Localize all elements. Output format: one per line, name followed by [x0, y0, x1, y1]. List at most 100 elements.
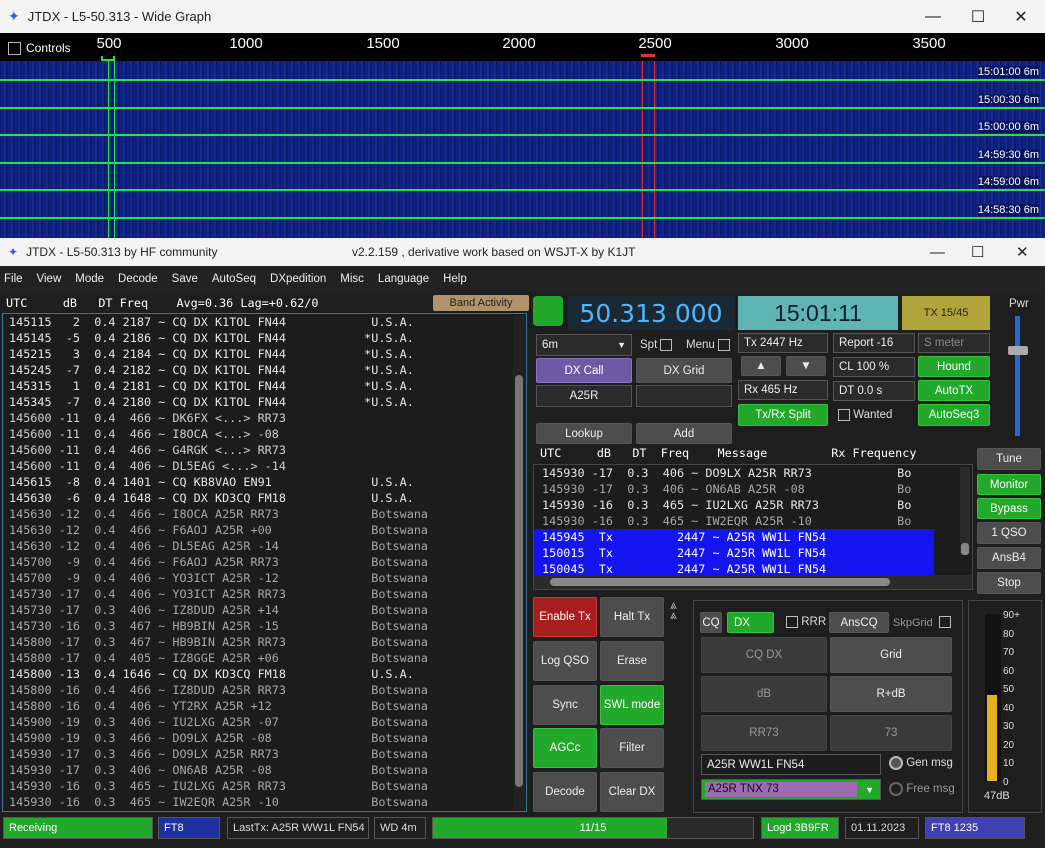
rx-frequency-row[interactable]: 145930 -16 0.3 465 ~ IW2EQR A25R -10 Bo [534, 513, 972, 529]
erase-button[interactable]: Erase [600, 641, 664, 681]
cq-button[interactable]: CQ [700, 612, 722, 633]
minimize-icon[interactable]: — [930, 244, 945, 261]
band-activity-row[interactable]: 145800 -16 0.4 406 ~ YT2RX A25R +12 Bots… [3, 698, 526, 714]
band-activity-row[interactable]: 145630 -6 0.4 1648 ~ CQ DX KD3CQ FM18 U.… [3, 490, 526, 506]
minimize-icon[interactable]: — [910, 0, 956, 33]
band-activity-row[interactable]: 145630 -12 0.4 466 ~ F6AOJ A25R +00 Bots… [3, 522, 526, 538]
band-activity-row[interactable]: 145930 -16 0.3 465 ~ IU2LXG A25R RR73 Bo… [3, 778, 526, 794]
power-slider-handle[interactable] [1008, 346, 1028, 355]
menu-mode[interactable]: Mode [75, 273, 104, 285]
rx-frequency-row[interactable]: 145945 Tx 2447 ~ A25R WW1L FN54 [534, 529, 934, 545]
add-button[interactable]: Add [636, 423, 732, 444]
freq-up-button[interactable]: ▲ [741, 356, 781, 376]
tx-rx-split-button[interactable]: Tx/Rx Split [738, 404, 828, 426]
menu-file[interactable]: File [4, 273, 23, 285]
double-chevron-up-icon[interactable]: ⩓ ⩓ [670, 599, 677, 621]
band-activity-row[interactable]: 145700 -9 0.4 406 ~ YO3ICT A25R -12 Bots… [3, 570, 526, 586]
rx-frequency-row[interactable]: 145930 -16 0.3 465 ~ IU2LXG A25R RR73 Bo [534, 497, 972, 513]
decode-button[interactable]: Decode [533, 772, 597, 812]
free-msg-radio[interactable]: Free msg [889, 782, 955, 796]
band-activity-row[interactable]: 145900 -19 0.3 466 ~ DO9LX A25R -08 Bots… [3, 730, 526, 746]
spot-checkbox[interactable]: Spt [640, 339, 673, 351]
band-activity-row[interactable]: 145600 -11 0.4 466 ~ I8OCA <...> -08 [3, 426, 526, 442]
sync-button[interactable]: Sync [533, 685, 597, 725]
band-activity-row[interactable]: 145215 3 0.4 2184 ~ CQ DX K1TOL FN44 *U.… [3, 346, 526, 362]
band-activity-row[interactable]: 145145 -5 0.4 2186 ~ CQ DX K1TOL FN44 *U… [3, 330, 526, 346]
close-icon[interactable]: ✕ [998, 0, 1044, 33]
band-activity-row[interactable]: 145800 -13 0.4 1646 ~ CQ DX KD3CQ FM18 U… [3, 666, 526, 682]
maximize-icon[interactable]: ☐ [971, 243, 984, 261]
rx-frequency-row[interactable]: 145930 -17 0.3 406 ~ DO9LX A25R RR73 Bo [534, 465, 972, 481]
band-activity-row[interactable]: 145630 -12 0.4 406 ~ DL5EAG A25R -14 Bot… [3, 538, 526, 554]
frequency-scale[interactable]: Controls 500 1000 1500 2000 2500 3000 35… [0, 33, 1045, 61]
cl-spinner[interactable]: CL 100 % [833, 357, 915, 377]
maximize-icon[interactable]: ☐ [955, 0, 1001, 33]
band-activity-row[interactable]: 145800 -16 0.4 466 ~ IZ8DUD A25R RR73 Bo… [3, 682, 526, 698]
dt-spinner[interactable]: DT 0.0 s [833, 381, 915, 401]
band-activity-row[interactable]: 145800 -17 0.4 405 ~ IZ8GGE A25R +06 Bot… [3, 650, 526, 666]
menu-save[interactable]: Save [172, 273, 198, 285]
menu-autoseq[interactable]: AutoSeq [212, 273, 256, 285]
swl-mode-button[interactable]: SWL mode [600, 685, 664, 725]
band-activity-row[interactable]: 145600 -11 0.4 406 ~ DL5EAG <...> -14 [3, 458, 526, 474]
rx-frequency-list[interactable]: 145930 -17 0.3 406 ~ DO9LX A25R RR73 Bo 1… [533, 464, 973, 590]
stop-button[interactable]: Stop [977, 572, 1041, 594]
enable-tx-button[interactable]: Enable Tx [533, 597, 597, 637]
waterfall-display[interactable]: 15:01:00 6m 15:00:30 6m 15:00:00 6m 14:5… [0, 61, 1045, 238]
scrollbar-thumb[interactable] [515, 375, 523, 787]
band-activity-row[interactable]: 145630 -12 0.4 466 ~ I8OCA A25R RR73 Bot… [3, 506, 526, 522]
73-button[interactable]: 73 [830, 715, 952, 751]
rx-frequency[interactable]: Rx 465 Hz [738, 380, 828, 400]
scrollbar-thumb[interactable] [961, 543, 969, 555]
rx-frequency-row[interactable]: 150015 Tx 2447 ~ A25R WW1L FN54 [534, 545, 934, 561]
rrr-checkbox[interactable]: RRR [786, 616, 826, 628]
grid-button[interactable]: Grid [830, 637, 952, 673]
cq-dx-button[interactable]: CQ DX [701, 637, 827, 673]
band-activity-row[interactable]: 145600 -11 0.4 466 ~ G4RGK <...> RR73 [3, 442, 526, 458]
band-activity-row[interactable]: 145730 -17 0.4 406 ~ YO3ICT A25R RR73 Bo… [3, 586, 526, 602]
band-activity-list[interactable]: 145115 2 0.4 2187 ~ CQ DX K1TOL FN44 U.S… [2, 313, 527, 812]
gen-msg-field[interactable]: A25R WW1L FN54 [701, 754, 881, 775]
autotx-button[interactable]: AutoTX [918, 380, 990, 401]
log-qso-button[interactable]: Log QSO [533, 641, 597, 681]
band-activity-row[interactable]: 145730 -16 0.3 467 ~ HB9BIN A25R -15 Bot… [3, 618, 526, 634]
wanted-checkbox[interactable]: Wanted [838, 409, 892, 421]
power-slider[interactable] [1015, 316, 1020, 436]
ansb4-button[interactable]: AnsB4 [977, 547, 1041, 569]
autoseq3-button[interactable]: AutoSeq3 [918, 404, 990, 426]
band-activity-row[interactable]: 145615 -8 0.4 1401 ~ CQ KB8VAO EN91 U.S.… [3, 474, 526, 490]
menu-decode[interactable]: Decode [118, 273, 158, 285]
anscq-button[interactable]: AnsCQ [829, 612, 889, 633]
band-activity-row[interactable]: 145245 -7 0.4 2182 ~ CQ DX K1TOL FN44 *U… [3, 362, 526, 378]
close-icon[interactable]: ✕ [1016, 243, 1029, 261]
dx-call-button[interactable]: DX Call [536, 358, 632, 383]
menu-view[interactable]: View [37, 273, 62, 285]
r-db-button[interactable]: R+dB [830, 676, 952, 712]
filter-button[interactable]: Filter [600, 728, 664, 768]
skpgrid-checkbox[interactable] [939, 616, 951, 628]
scrollbar-thumb[interactable] [550, 578, 890, 586]
dx-grid-button[interactable]: DX Grid [636, 358, 732, 383]
gen-msg-radio[interactable]: Gen msg [889, 756, 953, 770]
rr73-button[interactable]: RR73 [701, 715, 827, 751]
hound-button[interactable]: Hound [918, 356, 990, 377]
tx-frequency[interactable]: Tx 2447 Hz [738, 333, 828, 353]
monitor-button[interactable]: Monitor [977, 474, 1041, 495]
band-activity-row[interactable]: 145930 -16 0.3 465 ~ IW2EQR A25R -10 Bot… [3, 794, 526, 810]
controls-checkbox[interactable]: Controls [8, 41, 71, 55]
band-activity-row[interactable]: 145700 -9 0.4 466 ~ F6AOJ A25R RR73 Bots… [3, 554, 526, 570]
db-button[interactable]: dB [701, 676, 827, 712]
menu-misc[interactable]: Misc [340, 273, 364, 285]
dial-frequency[interactable]: 50.313 000 [568, 296, 734, 330]
band-activity-row[interactable]: 145345 -7 0.4 2180 ~ CQ DX K1TOL FN44 *U… [3, 394, 526, 410]
band-activity-scrollbar[interactable] [513, 315, 525, 810]
rx-hscrollbar[interactable] [534, 575, 972, 589]
dx-button[interactable]: DX [727, 612, 774, 633]
one-qso-button[interactable]: 1 QSO [977, 522, 1041, 544]
menu-dxpedition[interactable]: DXpedition [270, 273, 326, 285]
lookup-button[interactable]: Lookup [536, 423, 632, 444]
dx-grid-field[interactable] [636, 385, 732, 407]
menu-help[interactable]: Help [443, 273, 467, 285]
report-spinner[interactable]: Report -16 [833, 333, 915, 353]
rx-vscrollbar[interactable] [960, 467, 970, 555]
